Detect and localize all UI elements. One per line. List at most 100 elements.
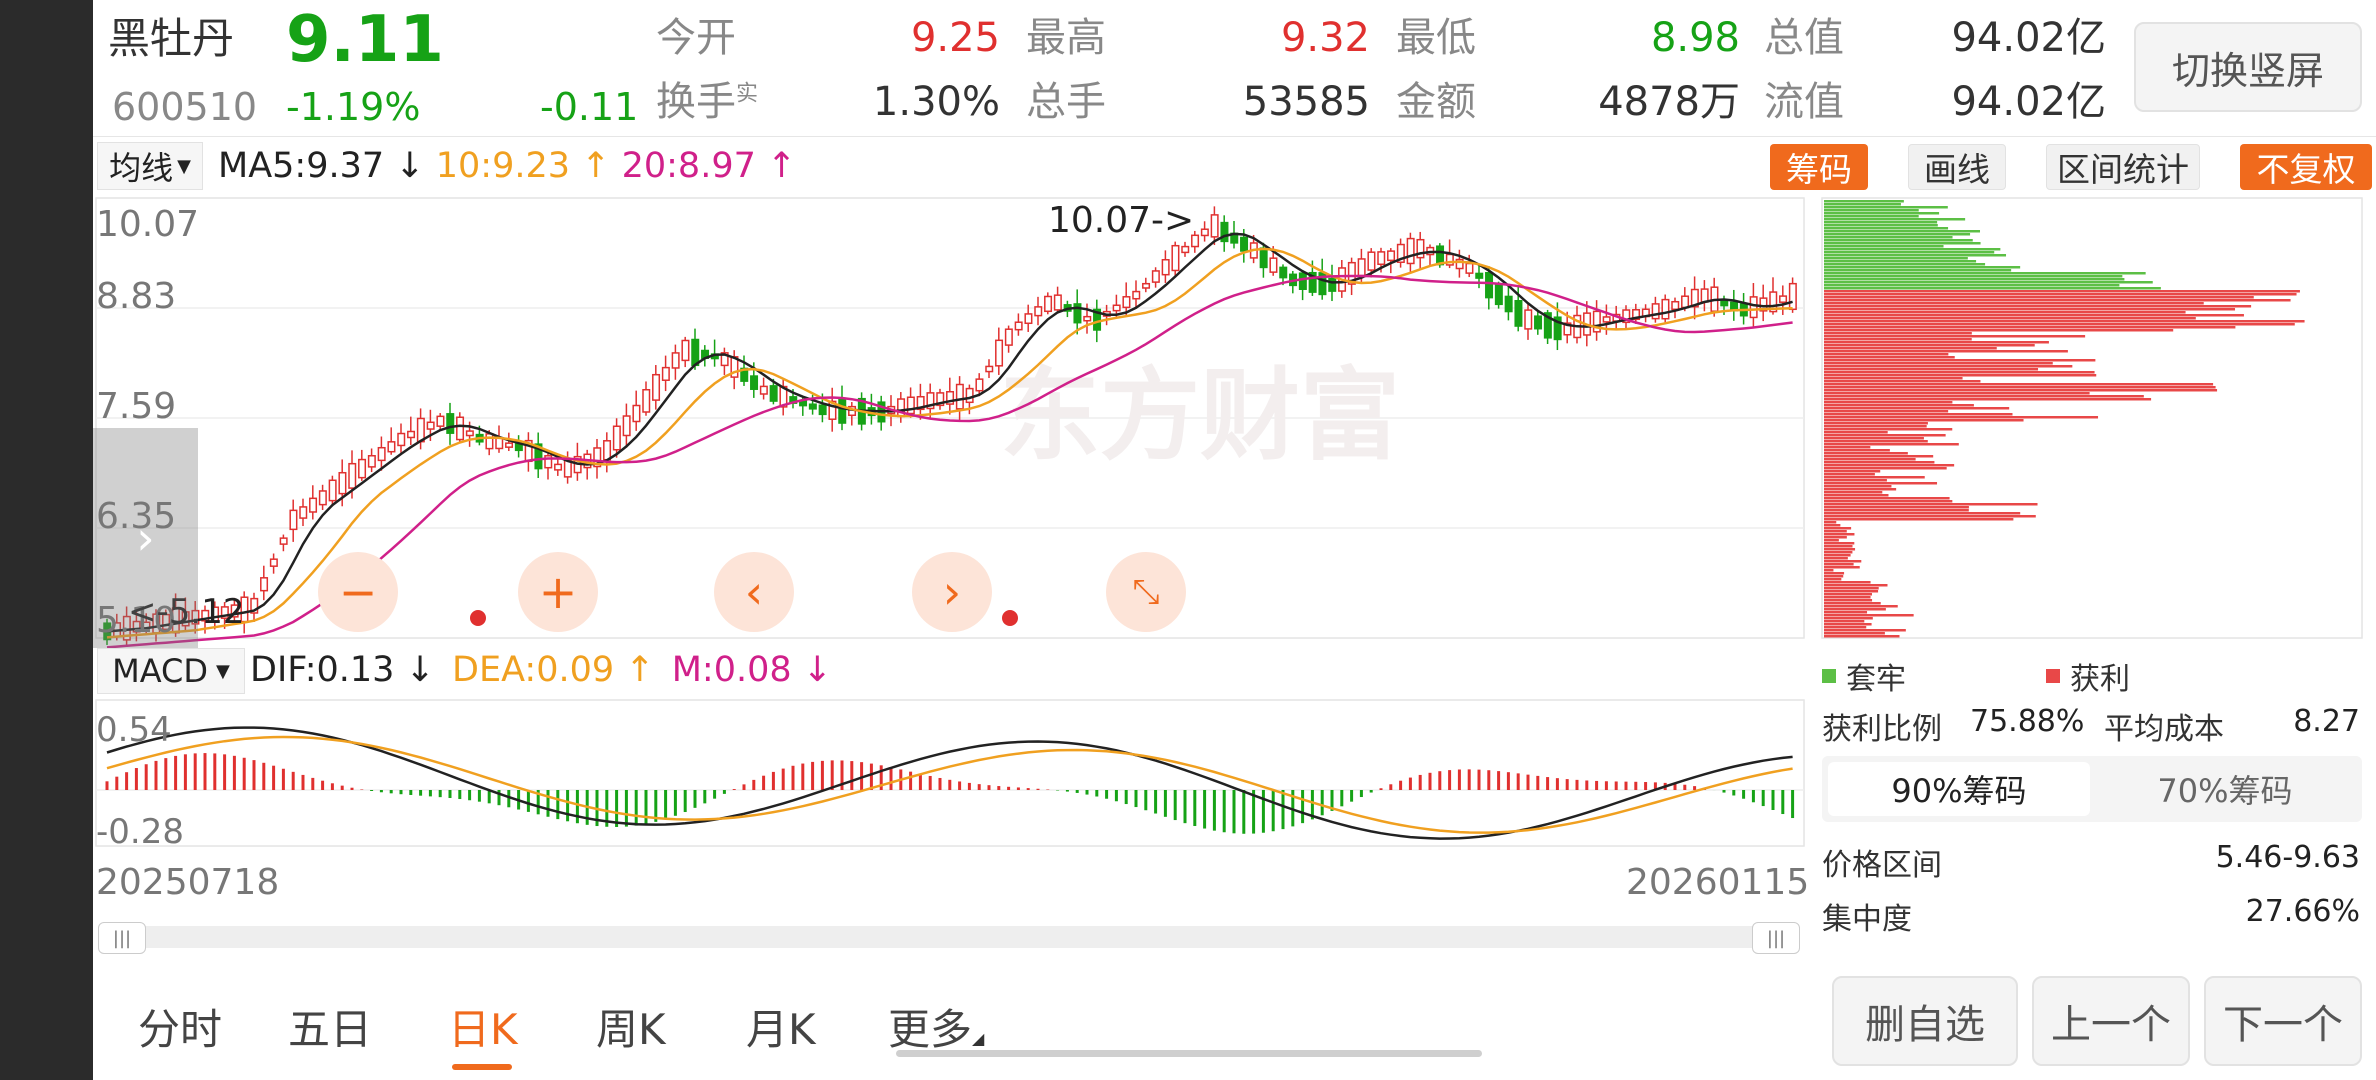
zoom-in-button[interactable]: + — [518, 552, 598, 632]
legend-trapped: 套牢 — [1822, 654, 1906, 698]
next-stock-button[interactable]: 下一个 — [2204, 976, 2362, 1066]
chip-bar — [1824, 590, 1879, 593]
candle-body — [1132, 290, 1141, 300]
indicator-dot — [470, 610, 486, 626]
pan-left-button[interactable]: ‹ — [714, 552, 794, 632]
chip-bar — [1824, 257, 1968, 260]
candle-body — [1534, 315, 1543, 330]
macd-values: DIF:0.13 ↓ DEA:0.09 ↑ M:0.08 ↓ — [250, 650, 832, 690]
avg-cost-label: 平均成本 — [2104, 712, 2224, 747]
chip-bar — [1824, 416, 2099, 419]
kline-chart[interactable]: 东方财富 — [0, 0, 2376, 1080]
profit-ratio-label: 获利比例 — [1822, 712, 1942, 747]
candle-body — [1151, 270, 1160, 283]
candle-body — [1651, 303, 1660, 320]
trapped-swatch — [1822, 669, 1836, 683]
tab-daily-k[interactable]: 日K — [448, 996, 518, 1057]
candle-body — [906, 396, 915, 415]
expand-panel-handle[interactable]: › — [93, 428, 198, 648]
candle-body — [769, 385, 778, 402]
zoom-out-button[interactable]: − — [318, 552, 398, 632]
chip-bar — [1824, 542, 1855, 545]
profit-ratio-value: 75.88% — [1970, 704, 2085, 739]
candle-body — [1504, 295, 1513, 313]
chip-bar — [1824, 530, 1847, 533]
candle-body — [1367, 251, 1376, 271]
tab-70-chips[interactable]: 70%筹码 — [2094, 762, 2356, 816]
chip-bar — [1824, 326, 2236, 329]
candle-body — [1269, 257, 1278, 273]
chip-bar — [1824, 398, 2152, 401]
candle-body — [338, 471, 347, 495]
chip-bar — [1824, 284, 2120, 287]
tab-scrollbar[interactable] — [896, 1050, 1482, 1057]
candle-body — [377, 446, 386, 462]
chip-bar — [1824, 545, 1853, 548]
chip-bar — [1824, 485, 1892, 488]
chip-bar — [1824, 368, 2039, 371]
chip-bar — [1824, 443, 1959, 446]
candle-body — [367, 455, 376, 468]
chip-bar — [1824, 464, 1955, 467]
collapse-button[interactable]: ⤡ — [1106, 552, 1186, 632]
candle-body — [436, 415, 445, 427]
candle-body — [407, 430, 416, 439]
chip-bar — [1824, 314, 2244, 317]
candle-body — [838, 397, 847, 424]
chip-bar — [1824, 608, 1886, 611]
chip-bar — [1824, 254, 2007, 257]
chip-bar — [1824, 440, 1928, 443]
range-slider-right-handle[interactable]: ||| — [1752, 922, 1800, 954]
chip-bar — [1824, 626, 1867, 629]
candle-body — [1142, 282, 1151, 289]
chip-bar — [1824, 305, 2252, 308]
range-slider-track[interactable] — [100, 926, 1800, 948]
chip-bar — [1824, 476, 1925, 479]
candle-body — [1671, 300, 1680, 311]
tab-weekly-k[interactable]: 周K — [596, 996, 666, 1057]
end-date: 20260115 — [1626, 862, 1810, 903]
chip-bar — [1824, 584, 1888, 587]
candle-body — [1053, 294, 1062, 311]
pan-right-button[interactable]: › — [912, 552, 992, 632]
chip-bar — [1824, 281, 2153, 284]
chip-bar — [1824, 599, 1873, 602]
indicator-dot — [1002, 610, 1018, 626]
previous-stock-button[interactable]: 上一个 — [2032, 976, 2190, 1066]
chip-bar — [1824, 557, 1848, 560]
candle-body — [1788, 282, 1797, 311]
candle-body — [1524, 309, 1533, 330]
candle-body — [1357, 258, 1366, 277]
candle-body — [1024, 313, 1033, 325]
range-slider-left-handle[interactable]: ||| — [98, 922, 146, 954]
chip-bar — [1824, 587, 1879, 590]
corner-triangle-icon: ◢ — [972, 1029, 985, 1048]
tab-five-day[interactable]: 五日 — [288, 996, 372, 1057]
candle-body — [358, 458, 367, 479]
tab-intraday[interactable]: 分时 — [138, 996, 222, 1057]
tab-90-chips[interactable]: 90%筹码 — [1828, 762, 2090, 816]
chip-bar — [1824, 371, 2095, 374]
candle-body — [1112, 304, 1121, 312]
chip-bar — [1824, 251, 1995, 254]
chip-bar — [1824, 377, 1963, 380]
candle-body — [1034, 306, 1043, 317]
candle-body — [1328, 277, 1337, 292]
max-price-annotation: 10.07-> — [1048, 200, 1195, 241]
chip-bar — [1824, 593, 1872, 596]
chip-bar — [1824, 236, 1953, 239]
candle-body — [465, 430, 474, 437]
candle-body — [1779, 295, 1788, 303]
tab-monthly-k[interactable]: 月K — [746, 996, 816, 1057]
chip-bar — [1824, 629, 1906, 632]
chip-bar — [1824, 494, 1889, 497]
candle-body — [1279, 266, 1288, 279]
macd-type-select[interactable]: MACD ▼ — [97, 648, 245, 694]
chip-bar — [1824, 212, 1940, 215]
remove-watchlist-button[interactable]: 删自选 — [1832, 976, 2018, 1066]
candle-body — [750, 375, 759, 390]
chip-bar — [1824, 383, 2214, 386]
candle-body — [1661, 298, 1670, 320]
tab-more[interactable]: 更多◢ — [888, 996, 984, 1057]
chip-bar — [1824, 524, 1841, 527]
